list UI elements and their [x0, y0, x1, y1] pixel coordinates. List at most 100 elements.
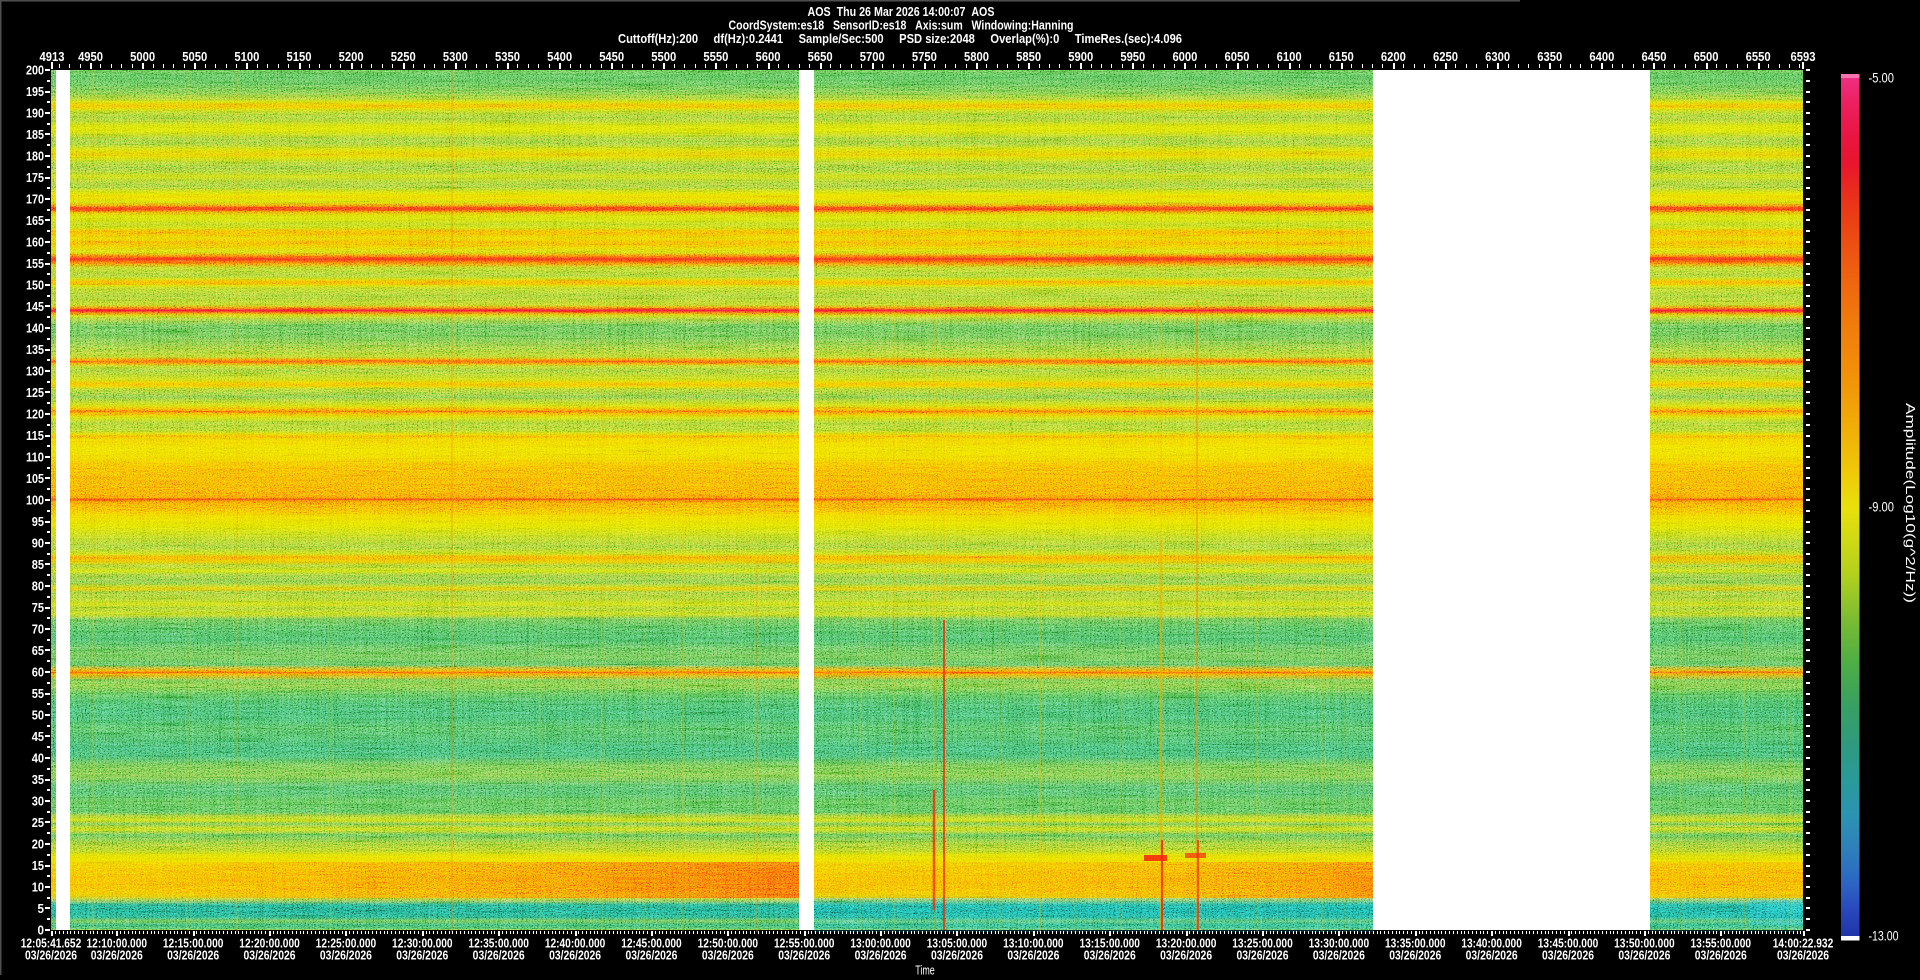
- svg-text:-13.00: -13.00: [1869, 929, 1899, 944]
- svg-text:5100: 5100: [234, 50, 259, 64]
- svg-text:Cuttoff(Hz):200 df(Hz):0.2: Cuttoff(Hz):200 df(Hz):0.2441 Sample/Sec…: [618, 31, 1182, 46]
- svg-text:5300: 5300: [443, 50, 468, 64]
- svg-text:50: 50: [32, 708, 44, 722]
- svg-text:5: 5: [38, 902, 45, 916]
- svg-text:20: 20: [32, 837, 44, 851]
- svg-text:160: 160: [26, 235, 44, 249]
- svg-text:5500: 5500: [651, 50, 676, 64]
- svg-text:Amplitude(Log10(g^2/Hz)): Amplitude(Log10(g^2/Hz)): [1903, 403, 1918, 603]
- svg-text:03/26/2026: 03/26/2026: [1695, 949, 1747, 963]
- svg-text:03/26/2026: 03/26/2026: [625, 949, 677, 963]
- svg-text:03/26/2026: 03/26/2026: [1618, 949, 1670, 963]
- svg-text:60: 60: [32, 665, 44, 679]
- svg-text:95: 95: [32, 515, 44, 529]
- svg-text:5350: 5350: [495, 50, 520, 64]
- svg-text:4950: 4950: [78, 50, 103, 64]
- svg-text:45: 45: [32, 730, 44, 744]
- svg-text:03/26/2026: 03/26/2026: [549, 949, 601, 963]
- svg-text:195: 195: [26, 85, 44, 99]
- svg-text:03/26/2026: 03/26/2026: [396, 949, 448, 963]
- svg-text:03/26/2026: 03/26/2026: [473, 949, 525, 963]
- svg-text:03/26/2026: 03/26/2026: [778, 949, 830, 963]
- svg-text:90: 90: [32, 536, 44, 550]
- svg-text:6100: 6100: [1277, 50, 1302, 64]
- svg-text:03/26/2026: 03/26/2026: [855, 949, 907, 963]
- svg-text:145: 145: [26, 300, 44, 314]
- svg-text:6450: 6450: [1641, 50, 1666, 64]
- svg-text:03/26/2026: 03/26/2026: [244, 949, 296, 963]
- svg-text:115: 115: [26, 429, 44, 443]
- svg-text:30: 30: [32, 794, 44, 808]
- svg-text:5150: 5150: [287, 50, 312, 64]
- svg-text:10: 10: [32, 880, 44, 894]
- svg-text:5650: 5650: [808, 50, 833, 64]
- svg-text:135: 135: [26, 343, 44, 357]
- svg-text:6550: 6550: [1746, 50, 1771, 64]
- svg-text:6300: 6300: [1485, 50, 1510, 64]
- svg-text:03/26/2026: 03/26/2026: [1466, 949, 1518, 963]
- svg-text:5750: 5750: [912, 50, 937, 64]
- svg-text:03/26/2026: 03/26/2026: [931, 949, 983, 963]
- svg-text:5700: 5700: [860, 50, 885, 64]
- svg-text:80: 80: [32, 579, 44, 593]
- svg-text:70: 70: [32, 622, 44, 636]
- svg-text:105: 105: [26, 472, 44, 486]
- svg-text:03/26/2026: 03/26/2026: [25, 949, 77, 963]
- svg-text:5900: 5900: [1068, 50, 1093, 64]
- svg-text:200: 200: [26, 63, 44, 77]
- svg-text:03/26/2026: 03/26/2026: [1007, 949, 1059, 963]
- svg-text:5250: 5250: [391, 50, 416, 64]
- svg-text:35: 35: [32, 773, 44, 787]
- svg-text:15: 15: [32, 859, 44, 873]
- svg-text:180: 180: [26, 149, 44, 163]
- svg-text:5450: 5450: [599, 50, 624, 64]
- svg-text:5800: 5800: [964, 50, 989, 64]
- svg-text:6250: 6250: [1433, 50, 1458, 64]
- svg-text:03/26/2026: 03/26/2026: [1236, 949, 1288, 963]
- svg-text:175: 175: [26, 171, 44, 185]
- svg-text:5600: 5600: [756, 50, 781, 64]
- svg-text:190: 190: [26, 106, 44, 120]
- svg-text:150: 150: [26, 278, 44, 292]
- svg-text:03/26/2026: 03/26/2026: [1542, 949, 1594, 963]
- svg-text:6593: 6593: [1791, 50, 1816, 64]
- svg-text:140: 140: [26, 321, 44, 335]
- svg-text:40: 40: [32, 751, 44, 765]
- svg-text:170: 170: [26, 192, 44, 206]
- svg-text:6400: 6400: [1589, 50, 1614, 64]
- svg-text:03/26/2026: 03/26/2026: [1313, 949, 1365, 963]
- svg-text:75: 75: [32, 601, 44, 615]
- svg-text:125: 125: [26, 386, 44, 400]
- svg-text:03/26/2026: 03/26/2026: [1160, 949, 1212, 963]
- svg-text:5950: 5950: [1120, 50, 1145, 64]
- svg-text:6200: 6200: [1381, 50, 1406, 64]
- svg-text:5850: 5850: [1016, 50, 1041, 64]
- svg-text:120: 120: [26, 407, 44, 421]
- svg-text:5400: 5400: [547, 50, 572, 64]
- svg-text:130: 130: [26, 364, 44, 378]
- svg-text:65: 65: [32, 644, 44, 658]
- svg-text:165: 165: [26, 214, 44, 228]
- svg-text:100: 100: [26, 493, 44, 507]
- svg-text:03/26/2026: 03/26/2026: [1389, 949, 1441, 963]
- svg-text:-9.00: -9.00: [1869, 500, 1895, 515]
- svg-text:6350: 6350: [1537, 50, 1562, 64]
- svg-text:6000: 6000: [1172, 50, 1197, 64]
- svg-text:5200: 5200: [339, 50, 364, 64]
- svg-text:-5.00: -5.00: [1869, 71, 1895, 86]
- svg-text:155: 155: [26, 257, 44, 271]
- svg-text:25: 25: [32, 816, 44, 830]
- svg-text:03/26/2026: 03/26/2026: [702, 949, 754, 963]
- svg-text:6500: 6500: [1694, 50, 1719, 64]
- svg-text:110: 110: [26, 450, 44, 464]
- svg-text:0: 0: [38, 923, 45, 937]
- svg-text:03/26/2026: 03/26/2026: [91, 949, 143, 963]
- svg-text:85: 85: [32, 558, 44, 572]
- svg-text:6050: 6050: [1225, 50, 1250, 64]
- svg-text:5050: 5050: [182, 50, 207, 64]
- svg-text:03/26/2026: 03/26/2026: [320, 949, 372, 963]
- svg-text:185: 185: [26, 128, 44, 142]
- svg-text:03/26/2026: 03/26/2026: [167, 949, 219, 963]
- svg-text:03/26/2026: 03/26/2026: [1777, 949, 1829, 963]
- svg-text:55: 55: [32, 687, 44, 701]
